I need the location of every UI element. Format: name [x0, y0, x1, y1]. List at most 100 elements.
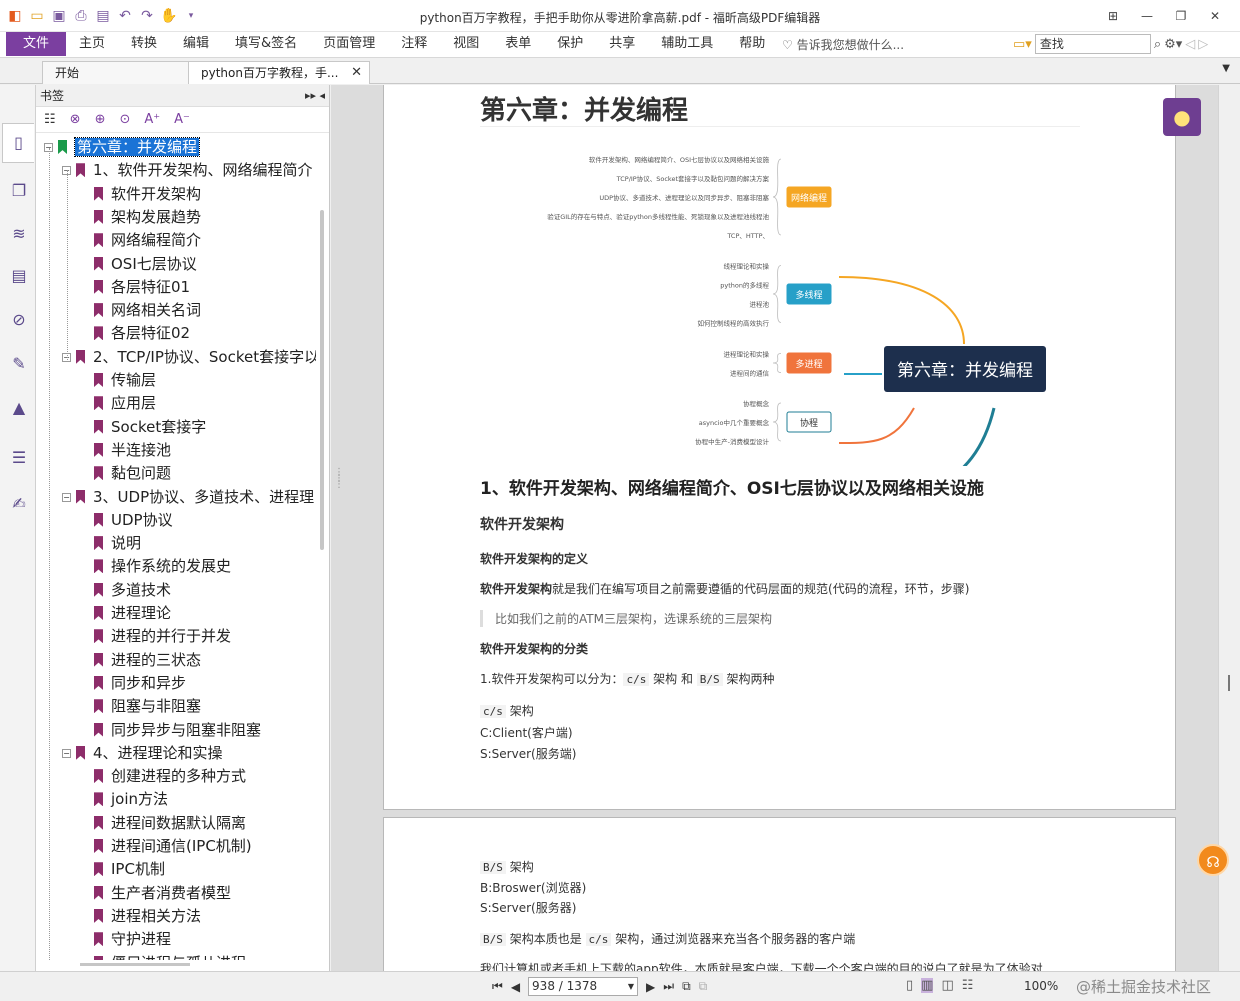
bookmarks-scrollbar[interactable]	[320, 210, 324, 550]
copy-page-icon[interactable]: ⧉	[682, 979, 691, 994]
bookmark-item[interactable]: 软件开发架构	[94, 183, 201, 205]
bookmark-item[interactable]: 进程理论	[94, 602, 171, 624]
delete-bookmark-icon[interactable]: ⊗	[70, 112, 81, 127]
continuous-view-icon[interactable]: ▥	[921, 978, 934, 993]
bookmark-item[interactable]: 进程间数据默认隔离	[94, 812, 246, 834]
close-icon[interactable]: ✕	[1198, 5, 1232, 27]
bookmark-item[interactable]: 同步和异步	[94, 672, 186, 694]
bookmark-item[interactable]: 守护进程	[94, 928, 171, 950]
bookmark-item[interactable]: 僵尸进程与孤儿进程	[94, 952, 246, 960]
collapse-toggle-icon[interactable]: −	[62, 492, 71, 502]
bookmark-item[interactable]: OSI七层协议	[94, 253, 197, 275]
menu-item[interactable]: 填写&签名	[222, 32, 310, 56]
bookmark-item[interactable]: 黏包问题	[94, 462, 171, 484]
bookmark-item[interactable]: 应用层	[94, 392, 156, 414]
tab-start[interactable]: 开始	[42, 61, 192, 84]
last-page-icon[interactable]: ⏭	[663, 979, 674, 994]
tab-close-icon[interactable]: ✕	[351, 62, 362, 84]
bookmark-item[interactable]: 网络相关名词	[94, 299, 201, 321]
menu-item[interactable]: 编辑	[170, 32, 222, 56]
bookmark-section[interactable]: − 4、进程理论和实操	[62, 742, 223, 764]
prev-page-icon[interactable]: ◀	[511, 980, 520, 994]
menu-item[interactable]: 主页	[66, 32, 118, 56]
tell-me-box[interactable]: ♡ 告诉我您想做什么...	[782, 36, 904, 53]
bookmark-item[interactable]: 操作系统的发展史	[94, 555, 231, 577]
bookmarks-hscrollbar[interactable]	[80, 963, 190, 966]
bookmark-item[interactable]: 进程的并行于并发	[94, 625, 231, 647]
menu-item[interactable]: 页面管理	[310, 32, 388, 56]
tile-icon[interactable]: ⊞	[1096, 5, 1130, 27]
bookmark-section[interactable]: −2、TCP/IP协议、Socket套接字以	[62, 346, 316, 368]
bookmark-item[interactable]: 各层特征02	[94, 322, 190, 344]
page-number-input[interactable]: 938 / 1378 ▼	[528, 977, 639, 996]
menu-item[interactable]: 注释	[388, 32, 440, 56]
attachments-icon[interactable]: ⊘	[8, 309, 30, 331]
menu-item[interactable]: 视图	[440, 32, 492, 56]
bookmarks-panel-icon[interactable]: ▯	[2, 123, 34, 163]
bookmark-item[interactable]: 半连接池	[94, 439, 171, 461]
page-dropdown-icon[interactable]: ▼	[628, 978, 634, 995]
bookmark-item[interactable]: 进程的三状态	[94, 649, 201, 671]
menu-item[interactable]: 帮助	[726, 32, 778, 56]
bookmark-item[interactable]: 生产者消费者模型	[94, 882, 231, 904]
support-headset-icon[interactable]: ☊	[1197, 844, 1229, 876]
bookmark-item[interactable]: 架构发展趋势	[94, 206, 201, 228]
settings-icon[interactable]: ⚙▾	[1164, 37, 1182, 52]
tips-lightbulb-icon[interactable]: ●	[1163, 98, 1201, 136]
add-bookmark-icon[interactable]: ⊕	[95, 112, 106, 127]
bookmark-item[interactable]: 各层特征01	[94, 276, 190, 298]
page-thumbnails-icon[interactable]: ❐	[8, 180, 30, 202]
menu-item[interactable]: 转换	[118, 32, 170, 56]
panel-collapse-icon[interactable]: ▸▸ ◂	[305, 85, 325, 107]
bookmark-item[interactable]: 进程间通信(IPC机制)	[94, 835, 252, 857]
bookmark-item[interactable]: 阻塞与非阻塞	[94, 695, 201, 717]
document-scrollbar[interactable]	[1218, 85, 1240, 971]
security-lock-icon[interactable]: ▲	[8, 397, 30, 419]
file-menu-button[interactable]: 文件	[6, 32, 66, 56]
user-tools-icon[interactable]: ✍	[8, 493, 30, 515]
bookmark-section[interactable]: −1、软件开发架构、网络编程简介	[62, 159, 313, 181]
menu-item[interactable]: 保护	[544, 32, 596, 56]
search-input[interactable]: 查找	[1034, 34, 1151, 54]
single-page-view-icon[interactable]: ▯	[906, 978, 913, 993]
bookmark-item[interactable]: 多道技术	[94, 579, 171, 601]
next-page-icon[interactable]: ▶	[646, 980, 655, 994]
tab-document[interactable]: python百万字教程，手... ✕	[188, 61, 370, 84]
continuous-facing-view-icon[interactable]: ☷	[962, 978, 974, 993]
bookmark-section[interactable]: − 3、UDP协议、多道技术、进程理	[62, 486, 314, 508]
shrink-text-icon[interactable]: A⁻	[174, 112, 190, 127]
search-icon[interactable]: ⌕	[1154, 37, 1161, 52]
menu-item[interactable]: 辅助工具	[648, 32, 726, 56]
splitter-grip[interactable]: ⋮ ⋮ ⋮	[334, 468, 344, 490]
page-tool-icon[interactable]: ⧉	[699, 979, 708, 994]
scrollbar-thumb[interactable]	[1228, 675, 1230, 691]
bookmark-item[interactable]: 说明	[94, 532, 141, 554]
bookmark-item[interactable]: 传输层	[94, 369, 156, 391]
back-icon[interactable]: ◁	[1185, 37, 1195, 52]
find-bookmark-icon[interactable]: ⊙	[119, 112, 130, 127]
content-icon[interactable]: ☰	[8, 447, 30, 469]
signature-icon[interactable]: ✎	[8, 353, 30, 375]
tab-list-dropdown-icon[interactable]: ▼	[1222, 63, 1230, 74]
zoom-level[interactable]: 100%	[1024, 979, 1058, 993]
bookmark-item[interactable]: Socket套接字	[94, 416, 206, 438]
first-page-icon[interactable]: ⏮	[492, 979, 503, 994]
menu-item[interactable]: 共享	[596, 32, 648, 56]
bookmark-item[interactable]: UDP协议	[94, 509, 173, 531]
minimize-icon[interactable]: —	[1130, 5, 1164, 27]
bookmark-item[interactable]: IPC机制	[94, 858, 165, 880]
layers-icon[interactable]: ≋	[8, 223, 30, 245]
bookmark-item[interactable]: join方法	[94, 788, 168, 810]
bookmark-item[interactable]: 同步异步与阻塞非阻塞	[94, 719, 261, 741]
bookmark-item[interactable]: 进程相关方法	[94, 905, 201, 927]
menu-item[interactable]: 表单	[492, 32, 544, 56]
expand-text-icon[interactable]: A⁺	[144, 112, 160, 127]
bookmark-item[interactable]: 创建进程的多种方式	[94, 765, 246, 787]
bookmark-item[interactable]: 网络编程简介	[94, 229, 201, 251]
bookmark-options-icon[interactable]: ☷	[44, 112, 56, 127]
facing-view-icon[interactable]: ◫	[941, 978, 953, 993]
restore-icon[interactable]: ❐	[1164, 5, 1198, 27]
bookmark-chapter[interactable]: − 第六章：并发编程	[44, 136, 201, 158]
search-options-icon[interactable]: ▭▾	[1013, 37, 1032, 52]
forward-icon[interactable]: ▷	[1198, 37, 1208, 52]
